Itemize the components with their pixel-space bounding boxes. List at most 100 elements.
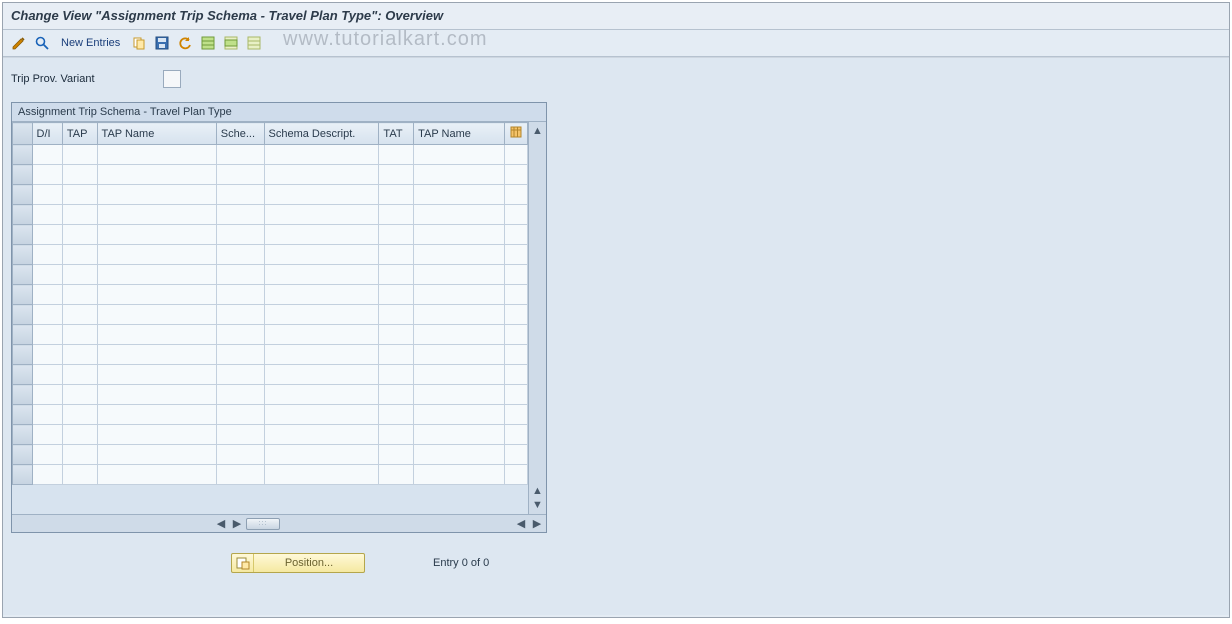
col-tat[interactable]: TAT <box>379 123 414 145</box>
cell[interactable] <box>32 365 62 385</box>
horizontal-scrollbar[interactable]: ◀ ▶ ::: ◀ ▶ <box>12 514 546 532</box>
cell[interactable] <box>379 385 414 405</box>
save-icon[interactable] <box>152 33 172 53</box>
cell[interactable] <box>97 405 216 425</box>
cell[interactable] <box>379 205 414 225</box>
cell[interactable] <box>32 245 62 265</box>
cell[interactable] <box>62 325 97 345</box>
table-row[interactable] <box>13 305 528 325</box>
cell[interactable] <box>379 245 414 265</box>
row-selector[interactable] <box>13 245 33 265</box>
cell[interactable] <box>414 425 505 445</box>
cell[interactable] <box>62 385 97 405</box>
cell[interactable] <box>97 225 216 245</box>
cell[interactable] <box>264 145 379 165</box>
cell[interactable] <box>216 385 264 405</box>
cell[interactable] <box>216 425 264 445</box>
row-selector[interactable] <box>13 445 33 465</box>
cell[interactable] <box>264 465 379 485</box>
cell[interactable] <box>505 285 528 305</box>
row-selector[interactable] <box>13 285 33 305</box>
cell[interactable] <box>505 325 528 345</box>
col-tap-name-2[interactable]: TAP Name <box>414 123 505 145</box>
cell[interactable] <box>414 325 505 345</box>
cell[interactable] <box>264 325 379 345</box>
cell[interactable] <box>32 265 62 285</box>
cell[interactable] <box>32 325 62 345</box>
scroll-up-icon[interactable]: ▲ <box>531 124 545 138</box>
cell[interactable] <box>97 425 216 445</box>
cell[interactable] <box>505 265 528 285</box>
cell[interactable] <box>505 305 528 325</box>
cell[interactable] <box>414 205 505 225</box>
find-icon[interactable] <box>32 33 52 53</box>
cell[interactable] <box>62 145 97 165</box>
scroll-left-icon[interactable]: ◀ <box>214 517 228 531</box>
row-selector[interactable] <box>13 345 33 365</box>
cell[interactable] <box>216 145 264 165</box>
cell[interactable] <box>216 165 264 185</box>
cell[interactable] <box>414 185 505 205</box>
cell[interactable] <box>414 285 505 305</box>
cell[interactable] <box>32 385 62 405</box>
cell[interactable] <box>414 385 505 405</box>
row-selector[interactable] <box>13 225 33 245</box>
cell[interactable] <box>414 145 505 165</box>
cell[interactable] <box>414 225 505 245</box>
cell[interactable] <box>97 325 216 345</box>
table-row[interactable] <box>13 165 528 185</box>
cell[interactable] <box>379 165 414 185</box>
cell[interactable] <box>264 265 379 285</box>
cell[interactable] <box>62 445 97 465</box>
col-di[interactable]: D/I <box>32 123 62 145</box>
cell[interactable] <box>216 305 264 325</box>
cell[interactable] <box>505 365 528 385</box>
cell[interactable] <box>216 205 264 225</box>
cell[interactable] <box>505 205 528 225</box>
cell[interactable] <box>379 365 414 385</box>
cell[interactable] <box>97 345 216 365</box>
cell[interactable] <box>264 365 379 385</box>
cell[interactable] <box>97 445 216 465</box>
cell[interactable] <box>62 365 97 385</box>
deselect-all-icon[interactable] <box>244 33 264 53</box>
row-selector[interactable] <box>13 385 33 405</box>
cell[interactable] <box>97 145 216 165</box>
cell[interactable] <box>414 405 505 425</box>
cell[interactable] <box>264 385 379 405</box>
scroll-left2-icon[interactable]: ◀ <box>514 517 528 531</box>
cell[interactable] <box>32 405 62 425</box>
cell[interactable] <box>505 405 528 425</box>
cell[interactable] <box>505 145 528 165</box>
cell[interactable] <box>216 405 264 425</box>
cell[interactable] <box>505 165 528 185</box>
cell[interactable] <box>414 465 505 485</box>
cell[interactable] <box>32 205 62 225</box>
cell[interactable] <box>414 245 505 265</box>
table-row[interactable] <box>13 145 528 165</box>
table-row[interactable] <box>13 225 528 245</box>
vertical-scrollbar[interactable]: ▲ ▲ ▼ <box>528 122 546 514</box>
cell[interactable] <box>264 405 379 425</box>
cell[interactable] <box>32 465 62 485</box>
cell[interactable] <box>62 465 97 485</box>
table-row[interactable] <box>13 205 528 225</box>
cell[interactable] <box>216 465 264 485</box>
cell[interactable] <box>216 365 264 385</box>
table-row[interactable] <box>13 245 528 265</box>
trip-prov-variant-input[interactable] <box>163 70 181 88</box>
cell[interactable] <box>62 165 97 185</box>
cell[interactable] <box>379 145 414 165</box>
cell[interactable] <box>62 245 97 265</box>
cell[interactable] <box>264 345 379 365</box>
cell[interactable] <box>62 225 97 245</box>
col-tap[interactable]: TAP <box>62 123 97 145</box>
row-selector[interactable] <box>13 145 33 165</box>
cell[interactable] <box>505 185 528 205</box>
cell[interactable] <box>216 325 264 345</box>
cell[interactable] <box>505 445 528 465</box>
cell[interactable] <box>32 425 62 445</box>
cell[interactable] <box>379 425 414 445</box>
cell[interactable] <box>32 185 62 205</box>
row-selector[interactable] <box>13 305 33 325</box>
